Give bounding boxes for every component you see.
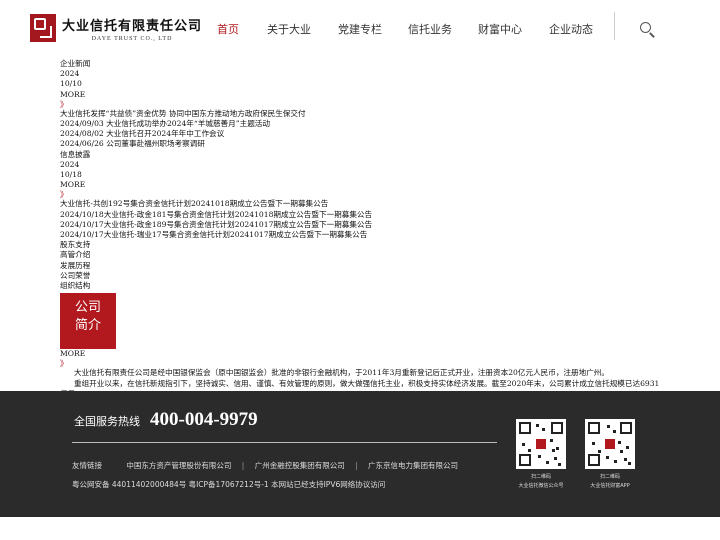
disclosure-item-title[interactable]: 大业信托-政金189号集合资金信托计划20241017期成立公告暨下一期募集公告 [104, 220, 372, 229]
link-executives[interactable]: 高管介绍 [60, 250, 660, 260]
nav-company-news[interactable]: 企业动态 [549, 21, 593, 37]
disclosure-item-date: 2024/10/17 [60, 219, 104, 229]
intro-tile-line2: 简介 [74, 318, 101, 334]
disclosure-year: 2024 [60, 159, 80, 169]
wechat-qr-subcaption: 大业信托微信公众号 [518, 483, 564, 489]
hotline-number: 400-004-9979 [150, 409, 258, 430]
logo-mark-icon [30, 14, 56, 42]
news-item-date: 2024/08/02 [60, 129, 104, 139]
main-content: 企业新闻 2024 10/10 MORE 》 大业信托发挥“共益债”资金优势 协… [60, 59, 660, 399]
link-honors[interactable]: 公司荣誉 [60, 271, 660, 281]
disclosure-item-title[interactable]: 大业信托-政金181号集合资金信托计划20241018期成立公告暨下一期募集公告 [104, 210, 372, 219]
intro-more-link[interactable]: MORE [60, 349, 660, 359]
disclosure-item[interactable]: 2024/10/18大业信托-政金181号集合资金信托计划20241018期成立… [60, 210, 660, 220]
news-headline[interactable]: 大业信托发挥“共益债”资金优势 协同中国东方推动地方政府保民生保交付 [60, 109, 660, 119]
logo-chinese-name: 大业信托有限责任公司 [62, 18, 203, 34]
disclosure-item-date: 2024/10/17 [60, 230, 104, 240]
disclosure-item-title[interactable]: 大业信托-瑞业17号集合资金信托计划20241017期成立公告暨下一期募集公告 [104, 230, 368, 239]
friend-link-guangzhou-finance[interactable]: 广州金融控股集团有限公司 [255, 461, 345, 470]
friend-link-china-orient[interactable]: 中国东方资产管理股份有限公司 [126, 461, 231, 470]
footer-divider [72, 442, 497, 443]
app-qr: 扫二维码 大业信托财富APP [585, 419, 635, 489]
friend-links-label: 友情链接 [72, 461, 102, 470]
hotline-label: 全国服务热线 [74, 415, 140, 428]
nav-home[interactable]: 首页 [217, 21, 239, 37]
news-item[interactable]: 2024/08/02 大业信托召开2024年年中工作会议 [60, 129, 660, 139]
news-item[interactable]: 2024/06/26 公司董事赴福州职场考察调研 [60, 139, 660, 149]
news-item[interactable]: 2024/09/03 大业信托成功举办2024年“羊城慈善月”主题活动 [60, 119, 660, 129]
nav-divider [614, 12, 615, 40]
nav-about[interactable]: 关于大业 [267, 21, 311, 37]
hotline: 全国服务热线 400-004-9979 [74, 409, 258, 431]
friend-link-jingxin-power[interactable]: 广东京信电力集团有限公司 [368, 461, 458, 470]
news-item-title[interactable]: 公司董事赴福州职场考察调研 [106, 139, 205, 148]
disclosure-item[interactable]: 2024/10/17大业信托-瑞业17号集合资金信托计划20241017期成立公… [60, 230, 660, 240]
disclosure-item[interactable]: 2024/10/17大业信托-政金189号集合资金信托计划20241017期成立… [60, 220, 660, 230]
wechat-qr: 扫二维码 大业信托微信公众号 [516, 419, 566, 489]
nav-trust-business[interactable]: 信托业务 [408, 21, 452, 37]
news-arrow-icon[interactable]: 》 [60, 100, 660, 109]
app-qr-subcaption: 大业信托财富APP [590, 483, 630, 489]
news-item-date: 2024/09/03 [60, 119, 104, 129]
logo-english-name: DAYE TRUST CO., LTD [91, 35, 173, 42]
disclosure-headline[interactable]: 大业信托-共创192号集合资金信托计划20241018期成立公告暨下一期募集公告 [60, 199, 660, 209]
app-qr-caption: 扫二维码 [599, 474, 620, 480]
nav-wealth-center[interactable]: 财富中心 [478, 21, 522, 37]
disclosure-item-date: 2024/10/18 [60, 209, 104, 219]
app-qr-code-icon [585, 419, 635, 469]
news-item-title[interactable]: 大业信托成功举办2024年“羊城慈善月”主题活动 [106, 119, 270, 128]
link-separator: | [241, 461, 245, 470]
link-separator: | [355, 461, 358, 470]
news-more-link[interactable]: MORE [60, 90, 660, 100]
disclosure-more-link[interactable]: MORE [60, 180, 660, 190]
link-history[interactable]: 发展历程 [60, 261, 660, 271]
wechat-qr-caption: 扫二维码 [530, 474, 551, 480]
nav-party[interactable]: 党建专栏 [338, 21, 382, 37]
news-year: 2024 [60, 69, 80, 79]
site-header: 大业信托有限责任公司 DAYE TRUST CO., LTD 首页 关于大业 党… [0, 0, 720, 58]
search-icon[interactable] [640, 22, 656, 38]
logo-text: 大业信托有限责任公司 DAYE TRUST CO., LTD [62, 15, 202, 42]
intro-paragraph-1: 大业信托有限责任公司是经中国银保监会（原中国银监会）批准的非银行金融机构，于20… [74, 368, 609, 378]
friend-links: 友情链接 中国东方资产管理股份有限公司 | 广州金融控股集团有限公司 | 广东京… [72, 460, 466, 471]
intro-tile-line1: 公司 [74, 300, 101, 316]
news-section-title[interactable]: 企业新闻 [60, 59, 660, 69]
site-footer: 全国服务热线 400-004-9979 友情链接 中国东方资产管理股份有限公司 … [0, 391, 720, 517]
news-date: 10/10 [60, 79, 82, 89]
news-item-date: 2024/06/26 [60, 139, 104, 149]
site-logo[interactable]: 大业信托有限责任公司 DAYE TRUST CO., LTD [30, 14, 202, 42]
news-item-title[interactable]: 大业信托召开2024年年中工作会议 [106, 129, 224, 138]
wechat-qr-code-icon [516, 419, 566, 469]
company-intro-tile[interactable]: 公司 简介 [60, 293, 116, 350]
link-organization[interactable]: 组织结构 [60, 281, 660, 291]
link-shareholder-support[interactable]: 股东支持 [60, 240, 660, 250]
disclosure-section-title[interactable]: 信息披露 [60, 150, 660, 160]
icp-record[interactable]: 粤公网安备 44011402000484号 粤ICP备17067212号-1 本… [72, 479, 385, 490]
disclosure-date: 10/18 [60, 170, 82, 180]
